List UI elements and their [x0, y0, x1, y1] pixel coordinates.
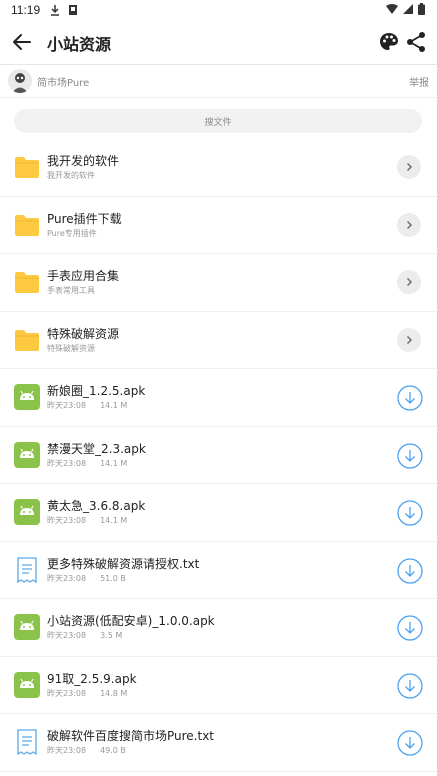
app-bar: 小站资源	[0, 20, 437, 64]
wifi-icon	[386, 4, 398, 14]
notification-status-icon	[69, 5, 78, 15]
file-meta: 昨天23:08 51.0 B	[47, 573, 126, 584]
signal-icon	[403, 4, 413, 14]
android-apk-icon	[14, 441, 40, 468]
app-bar-divider	[0, 64, 437, 65]
folder-desc: Pure专用插件	[47, 228, 97, 238]
chevron-right-icon	[407, 278, 412, 286]
download-icon[interactable]	[397, 442, 423, 469]
file-date: 昨天23:08	[47, 746, 87, 755]
file-name: 黄太急_3.6.8.apk	[47, 499, 146, 513]
file-item[interactable]: 新娘圈_1.2.5.apk 昨天23:08 14.1 M	[0, 369, 437, 427]
file-name: 禁漫天堂_2.3.apk	[47, 441, 146, 456]
open-folder-button[interactable]	[397, 327, 421, 352]
download-icon[interactable]	[397, 500, 423, 526]
search-placeholder: 搜文件	[204, 117, 232, 128]
folder-icon	[15, 272, 39, 293]
chevron-right-icon	[407, 335, 412, 344]
file-size: 3.5 M	[100, 631, 123, 640]
owner-row[interactable]: 简市场Pure 举报	[0, 66, 437, 96]
file-name: 小站资源(低配安卓)_1.0.0.apk	[47, 614, 215, 628]
file-meta: 昨天23:08 14.1 M	[47, 458, 127, 469]
file-list: 我开发的软件 我开发的软件 Pure插件下载 Pure专用插件 手表应用合集 手…	[0, 139, 437, 772]
avatar[interactable]	[8, 69, 32, 93]
owner-divider	[0, 97, 437, 98]
folder-item[interactable]: Pure插件下载 Pure专用插件	[0, 197, 437, 254]
file-size: 49.0 B	[100, 746, 126, 755]
file-item[interactable]: 更多特殊破解资源请授权.txt 昨天23:08 51.0 B	[0, 542, 437, 599]
file-date: 昨天23:08	[47, 458, 87, 468]
file-meta: 昨天23:08 3.5 M	[47, 630, 122, 641]
file-size: 14.1 M	[100, 458, 128, 468]
file-date: 昨天23:08	[47, 573, 87, 583]
back-arrow-icon[interactable]	[10, 30, 34, 54]
folder-name: Pure插件下载	[47, 211, 122, 226]
folder-name: 手表应用合集	[47, 269, 120, 283]
file-name: 更多特殊破解资源请授权.txt	[47, 556, 200, 571]
file-size: 51.0 B	[100, 573, 126, 583]
folder-item[interactable]: 我开发的软件 我开发的软件	[0, 139, 437, 197]
palette-icon[interactable]	[377, 30, 401, 54]
android-apk-icon	[14, 614, 40, 640]
download-icon[interactable]	[397, 730, 423, 756]
file-item[interactable]: 禁漫天堂_2.3.apk 昨天23:08 14.1 M	[0, 427, 437, 484]
download-icon[interactable]	[397, 615, 423, 641]
folder-item[interactable]: 特殊破解资源 特殊破解资源	[0, 312, 437, 369]
file-size: 14.1 M	[100, 516, 128, 525]
folder-name: 特殊破解资源	[47, 326, 120, 341]
file-meta: 昨天23:08 14.1 M	[47, 400, 127, 411]
file-date: 昨天23:08	[47, 688, 87, 698]
file-meta: 昨天23:08 14.1 M	[47, 515, 127, 526]
file-meta: 昨天23:08 14.8 M	[47, 688, 127, 699]
chevron-right-icon	[407, 163, 412, 171]
file-item[interactable]: 破解软件百度搜简市场Pure.txt 昨天23:08 49.0 B	[0, 714, 437, 772]
report-button[interactable]: 举报	[409, 74, 429, 89]
text-file-icon	[17, 729, 37, 755]
android-apk-icon	[14, 384, 40, 410]
folder-icon	[15, 157, 39, 178]
file-name: 新娘圈_1.2.5.apk	[47, 384, 146, 398]
file-item[interactable]: 黄太急_3.6.8.apk 昨天23:08 14.1 M	[0, 484, 437, 542]
download-icon[interactable]	[397, 672, 423, 699]
text-file-icon	[17, 556, 37, 583]
open-folder-button[interactable]	[397, 270, 421, 294]
file-name: 破解软件百度搜简市场Pure.txt	[47, 729, 215, 743]
android-apk-icon	[14, 671, 40, 698]
open-folder-button[interactable]	[397, 155, 421, 179]
download-icon[interactable]	[397, 557, 423, 584]
folder-icon	[15, 214, 39, 236]
file-date: 昨天23:08	[47, 631, 87, 640]
search-bar[interactable]: 搜文件	[14, 109, 422, 133]
status-time: 11:19	[11, 3, 41, 17]
open-folder-button[interactable]	[397, 212, 421, 237]
file-meta: 昨天23:08 49.0 B	[47, 745, 126, 756]
download-status-icon	[51, 5, 60, 16]
page-title: 小站资源	[47, 35, 112, 54]
status-bar: 11:19	[0, 0, 437, 20]
file-item[interactable]: 91取_2.5.9.apk 昨天23:08 14.8 M	[0, 657, 437, 714]
folder-icon	[15, 329, 39, 351]
folder-item[interactable]: 手表应用合集 手表常用工具	[0, 254, 437, 312]
folder-desc: 我开发的软件	[47, 171, 95, 180]
file-date: 昨天23:08	[47, 516, 87, 525]
folder-desc: 手表常用工具	[47, 286, 95, 295]
folder-desc: 特殊破解资源	[47, 343, 95, 353]
file-size: 14.8 M	[100, 688, 128, 698]
file-item[interactable]: 小站资源(低配安卓)_1.0.0.apk 昨天23:08 3.5 M	[0, 599, 437, 657]
download-icon[interactable]	[397, 385, 423, 411]
battery-icon	[418, 3, 425, 15]
owner-name[interactable]: 简市场Pure	[37, 74, 89, 89]
file-name: 91取_2.5.9.apk	[47, 671, 137, 686]
folder-name: 我开发的软件	[47, 154, 120, 168]
file-date: 昨天23:08	[47, 401, 87, 410]
file-size: 14.1 M	[100, 401, 128, 410]
share-icon[interactable]	[404, 30, 428, 54]
chevron-right-icon	[407, 220, 412, 229]
android-apk-icon	[14, 499, 40, 525]
